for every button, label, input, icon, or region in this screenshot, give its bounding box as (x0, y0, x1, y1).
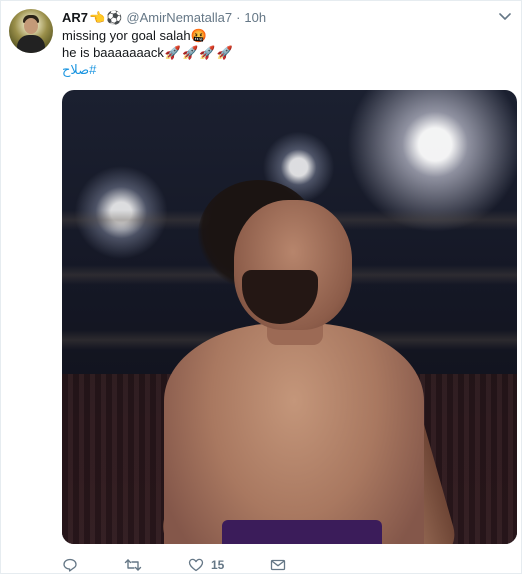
tweet-line-text: he is baaaaaaack (62, 45, 164, 60)
tweet-line-text: missing yor goal salah (62, 28, 191, 43)
reply-button[interactable] (62, 557, 78, 573)
like-count: 15 (211, 558, 225, 572)
tweet-line-1: missing yor goal salah 🤬 (62, 27, 234, 44)
rocket-icon: 🚀🚀🚀🚀 (164, 45, 234, 60)
tweet-line-2: he is baaaaaaack 🚀🚀🚀🚀 (62, 44, 234, 61)
tweet-line-3: #صلاح (62, 61, 234, 78)
tweet-photo[interactable] (62, 90, 517, 544)
tweet-header: AR7 👈 ⚽ @AmirNematalla7 · 10h (62, 8, 266, 26)
user-handle[interactable]: @AmirNematalla7 (126, 10, 232, 25)
tweet-card[interactable]: AR7 👈 ⚽ @AmirNematalla7 · 10h missing yo… (0, 0, 522, 574)
tweet-text: missing yor goal salah 🤬 he is baaaaaaac… (62, 27, 234, 78)
face-with-symbols-icon: 🤬 (190, 28, 207, 43)
retweet-button[interactable] (124, 557, 142, 573)
separator: · (236, 9, 241, 25)
direct-message-button[interactable] (270, 557, 286, 573)
avatar[interactable] (9, 9, 53, 53)
tweet-actions: 15 (62, 556, 332, 574)
soccer-ball-icon: ⚽ (106, 9, 123, 25)
retweet-icon (124, 559, 142, 571)
timestamp[interactable]: 10h (244, 10, 266, 25)
envelope-icon (271, 559, 286, 571)
like-button[interactable]: 15 (188, 557, 224, 573)
chevron-down-icon[interactable] (499, 13, 511, 21)
heart-icon (188, 558, 204, 572)
reply-icon (63, 558, 77, 572)
player-torso (164, 323, 424, 544)
player-shorts (222, 520, 382, 544)
backhand-index-pointing-left-icon: 👈 (89, 9, 106, 25)
display-name[interactable]: AR7 (62, 10, 88, 25)
hashtag-link[interactable]: #صلاح (62, 61, 96, 78)
